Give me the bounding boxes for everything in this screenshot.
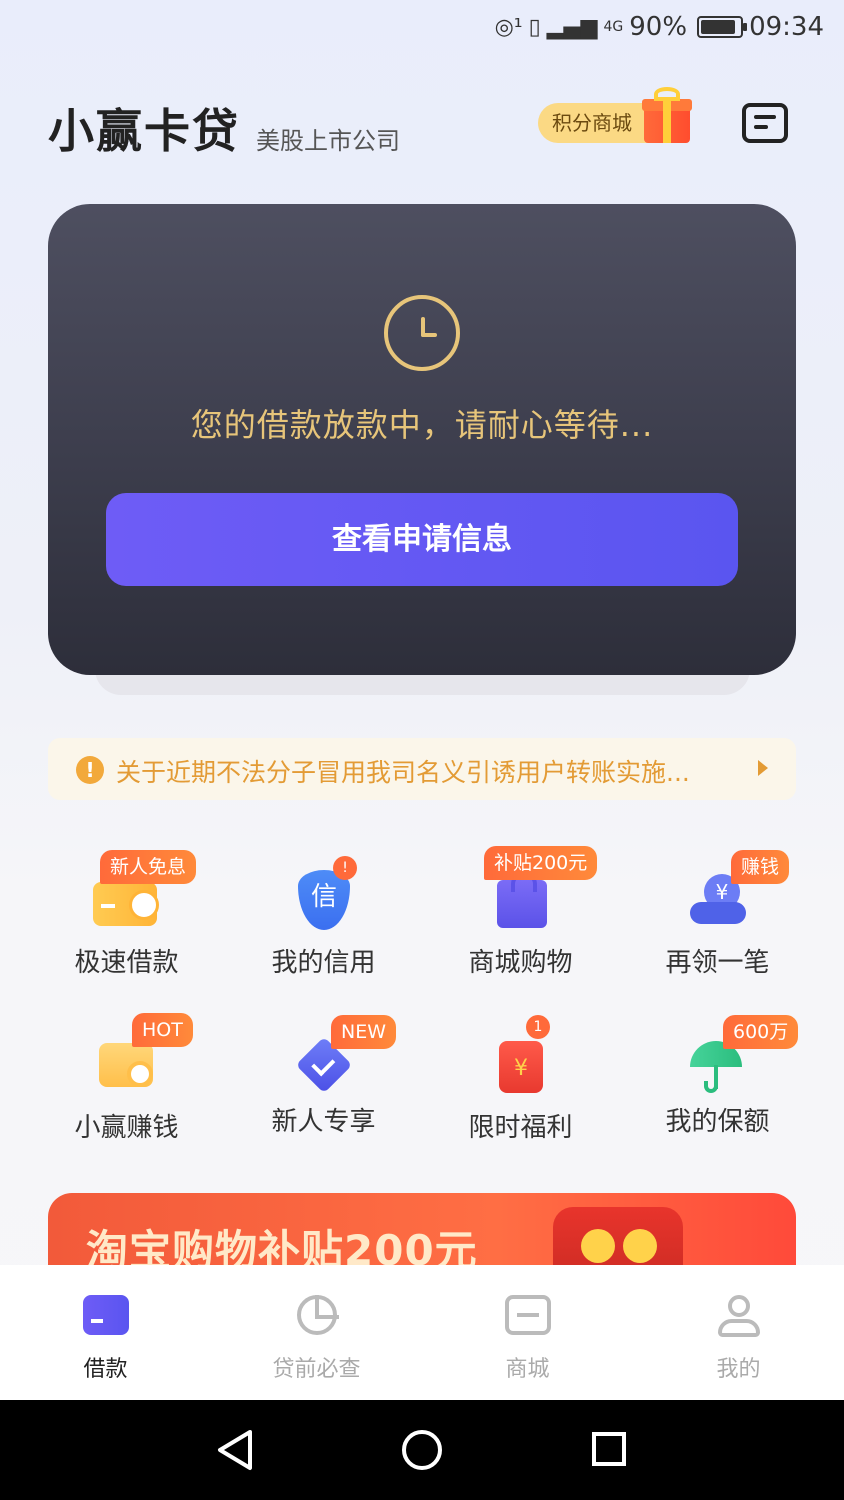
badge-coverage: 600万: [723, 1015, 799, 1049]
pie-chart-icon: [297, 1295, 339, 1335]
notice-text: 关于近期不法分子冒用我司名义引诱用户转账实施...: [116, 758, 690, 787]
notice-bar[interactable]: ! 关于近期不法分子冒用我司名义引诱用户转账实施...: [48, 738, 796, 800]
alert-dot: !: [333, 856, 357, 880]
badge-subsidy: 补贴200元: [484, 846, 598, 880]
grid-item-limited-welfare[interactable]: ¥ 1 限时福利: [422, 1005, 619, 1155]
grid-item-my-credit[interactable]: 信 ! 我的信用: [225, 840, 422, 990]
message-icon[interactable]: [742, 103, 788, 143]
grid-label: 限时福利: [468, 1113, 573, 1143]
chevron-right-icon: [758, 760, 768, 776]
grid-label: 我的信用: [271, 948, 376, 978]
signal-icon: ▂▄▆: [546, 14, 598, 40]
tab-pre-loan-check[interactable]: 贷前必查: [211, 1265, 422, 1400]
grid-label: 再领一笔: [665, 948, 770, 978]
back-icon[interactable]: [214, 1428, 254, 1472]
status-bar: ◎¹ ▯ ▂▄▆ 4G 90% 09:34: [0, 0, 844, 60]
loan-status-text: 您的借款放款中，请耐心等待...: [190, 406, 654, 444]
grid-label: 小赢赚钱: [74, 1113, 179, 1143]
clock-icon: [384, 295, 460, 371]
view-application-button[interactable]: 查看申请信息: [106, 493, 738, 586]
battery-percent: 90%: [629, 12, 688, 42]
clock-time: 09:34: [749, 12, 824, 42]
grid-item-newcomer[interactable]: NEW 新人专享: [225, 1005, 422, 1155]
grid-label: 我的保额: [665, 1107, 770, 1137]
count-dot: 1: [526, 1015, 550, 1039]
status-icons: ◎¹ ▯ ▂▄▆ 4G 90% 09:34: [495, 12, 824, 42]
app-brand: 小赢卡贷: [48, 104, 240, 158]
badge-new-user: 新人免息: [100, 850, 197, 884]
warning-icon: !: [76, 756, 104, 784]
home-icon[interactable]: [402, 1430, 442, 1470]
grid-item-another-loan[interactable]: ¥ 赚钱 再领一笔: [619, 840, 816, 990]
loan-status-card: 您的借款放款中，请耐心等待... 查看申请信息: [48, 204, 796, 675]
user-icon: [716, 1295, 762, 1337]
grid-item-fast-loan[interactable]: 新人免息 极速借款: [28, 840, 225, 990]
vibrate-icon: ▯: [528, 14, 541, 40]
tab-label: 贷前必查: [272, 1357, 361, 1382]
grid-label: 新人专享: [271, 1107, 376, 1137]
card-icon: [83, 1295, 129, 1335]
battery-icon: [697, 16, 748, 38]
tab-mine[interactable]: 我的: [633, 1265, 844, 1400]
grid-item-earn-money[interactable]: HOT 小赢赚钱: [28, 1005, 225, 1155]
grid-item-my-coverage[interactable]: 600万 我的保额: [619, 1005, 816, 1155]
badge-new: NEW: [331, 1015, 397, 1049]
grid-item-mall-shopping[interactable]: 补贴200元 商城购物: [422, 840, 619, 990]
store-icon: [505, 1295, 551, 1335]
tab-loan[interactable]: 借款: [0, 1265, 211, 1400]
tab-label: 借款: [83, 1357, 128, 1382]
brand-subtitle: 美股上市公司: [256, 127, 400, 155]
network-type: 4G: [603, 19, 624, 35]
badge-hot: HOT: [132, 1013, 193, 1047]
gift-icon[interactable]: [642, 87, 692, 143]
recent-apps-icon[interactable]: [592, 1432, 626, 1466]
hotspot-icon: ◎¹: [494, 14, 523, 40]
tab-mall[interactable]: 商城: [422, 1265, 633, 1400]
bottom-tab-bar: 借款 贷前必查 商城 我的: [0, 1265, 844, 1400]
tab-label: 商城: [505, 1357, 550, 1382]
grid-label: 商城购物: [468, 948, 573, 978]
grid-label: 极速借款: [74, 948, 179, 978]
system-nav-bar: [0, 1400, 844, 1500]
tab-label: 我的: [716, 1357, 761, 1382]
app-header: 小赢卡贷 美股上市公司 积分商城: [48, 87, 796, 165]
badge-earn: 赚钱: [731, 850, 790, 884]
